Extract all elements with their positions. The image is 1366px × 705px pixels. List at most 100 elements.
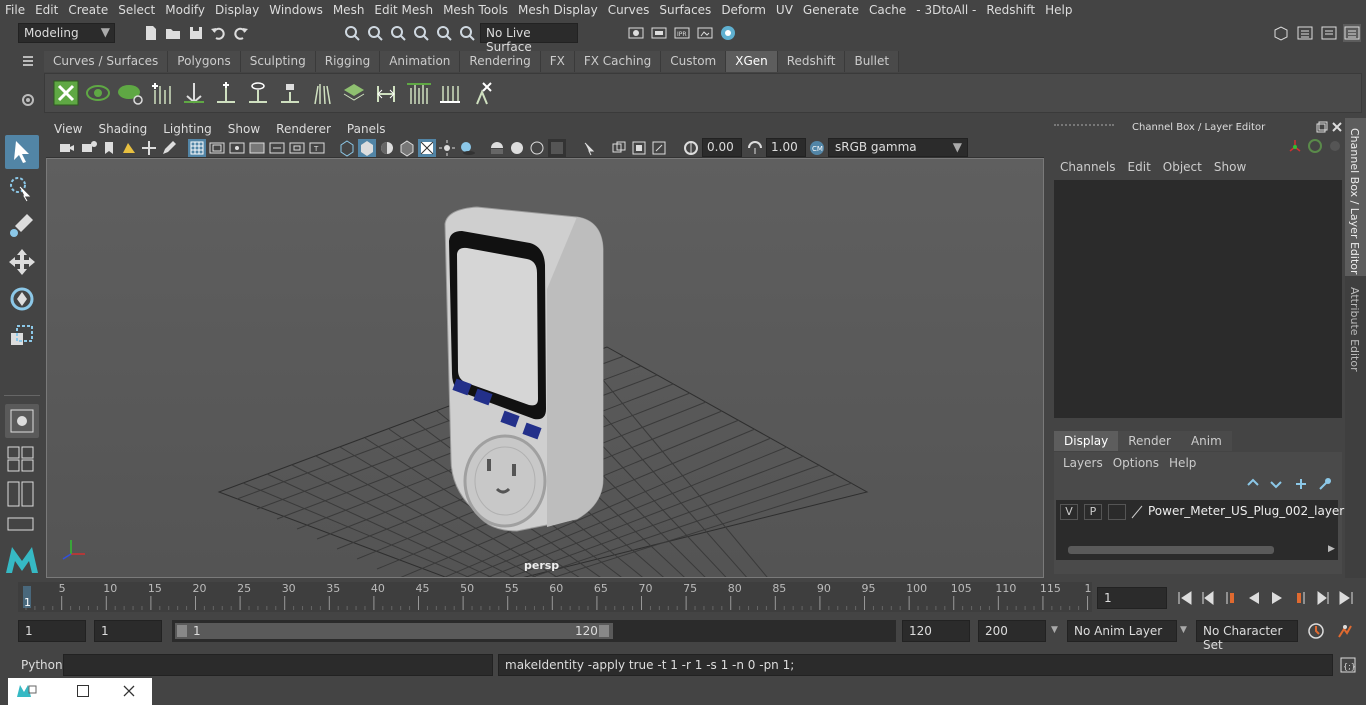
step-back-key-icon[interactable] [1222, 589, 1240, 607]
play-forward-icon[interactable] [1268, 589, 1286, 607]
animation-preferences-icon[interactable] [1336, 622, 1354, 640]
redo-icon[interactable] [232, 24, 250, 42]
layer-display-type-toggle[interactable] [1108, 504, 1126, 520]
menu-create[interactable]: Create [63, 3, 113, 17]
channel-box-toggle-icon[interactable] [1343, 24, 1361, 42]
xgen-guide-delete-icon[interactable] [469, 80, 495, 106]
manipulator-icon[interactable] [1287, 138, 1303, 154]
shadows-icon[interactable] [458, 139, 476, 157]
render-frame-icon[interactable] [650, 24, 668, 42]
shelf-tab-custom[interactable]: Custom [661, 51, 727, 72]
last-used-tool-icon[interactable] [5, 404, 39, 438]
shelf-tab-fx-caching[interactable]: FX Caching [574, 51, 662, 72]
xgen-curves-to-guides-icon[interactable] [437, 80, 463, 106]
backface-culling-icon[interactable] [650, 139, 668, 157]
move-layer-down-icon[interactable] [1269, 477, 1283, 491]
menu-help[interactable]: Help [1040, 3, 1077, 17]
wireframe-on-shaded-icon[interactable] [398, 139, 416, 157]
scale-tool-icon[interactable] [5, 319, 39, 353]
gate-mask-icon[interactable] [248, 139, 266, 157]
new-scene-icon[interactable] [142, 24, 160, 42]
hyper-icon[interactable] [1327, 138, 1343, 154]
hypershade-icon[interactable] [719, 24, 737, 42]
new-layer-icon[interactable] [1294, 477, 1308, 491]
start-time-field[interactable]: 1 [18, 620, 86, 642]
render-settings-icon[interactable] [627, 24, 645, 42]
smooth-shade-icon[interactable] [358, 139, 376, 157]
shelf-tab-sculpting[interactable]: Sculpting [240, 51, 316, 72]
ambient-occlusion-icon[interactable] [488, 139, 506, 157]
chevron-down-icon[interactable]: ▼ [1051, 625, 1058, 635]
default-material-icon[interactable] [378, 139, 396, 157]
close-icon[interactable] [1331, 121, 1343, 133]
tab-render[interactable]: Render [1118, 431, 1181, 451]
menu-select[interactable]: Select [113, 3, 160, 17]
grid-toggle-icon[interactable] [188, 139, 206, 157]
xgen-lock-guide-icon[interactable] [277, 80, 303, 106]
lights-icon[interactable] [438, 139, 456, 157]
ipr-render-icon[interactable]: IPR [673, 24, 691, 42]
xgen-add-guide-icon[interactable] [149, 80, 175, 106]
maximize-icon[interactable] [77, 685, 89, 697]
snap-view-icon[interactable] [458, 24, 476, 42]
layer-name[interactable]: Power_Meter_US_Plug_002_layer [1148, 504, 1344, 518]
layer-menu-layers[interactable]: Layers [1058, 456, 1108, 470]
xgen-clear-preview-icon[interactable] [117, 80, 143, 106]
open-scene-icon[interactable] [164, 24, 182, 42]
range-slider-track[interactable]: 1 120 [172, 620, 896, 642]
channel-list[interactable] [1054, 180, 1342, 418]
grease-pencil-icon[interactable] [160, 139, 178, 157]
go-to-start-icon[interactable] [1176, 589, 1194, 607]
menu-windows[interactable]: Windows [264, 3, 328, 17]
safe-action-icon[interactable] [288, 139, 306, 157]
menu-cache[interactable]: Cache [864, 3, 911, 17]
range-end-handle[interactable] [599, 625, 609, 637]
shelf-tab-rendering[interactable]: Rendering [460, 51, 541, 72]
step-forward-icon[interactable] [1314, 589, 1332, 607]
scroll-right-icon[interactable]: ▶ [1328, 544, 1335, 554]
gamma-icon[interactable] [746, 139, 764, 157]
rotate-tool-icon[interactable] [5, 282, 39, 316]
shelf-settings-icon[interactable] [20, 92, 36, 108]
workspace-icon[interactable] [1272, 24, 1290, 42]
xgen-guide-spread-icon[interactable] [309, 80, 335, 106]
shelf-menu-icon[interactable] [20, 53, 36, 69]
playback-start-field[interactable]: 1 [94, 620, 162, 642]
new-layer-selected-icon[interactable] [1318, 477, 1332, 491]
menu-display[interactable]: Display [210, 3, 264, 17]
float-panel-icon[interactable] [1316, 121, 1328, 133]
film-gate-icon[interactable] [208, 139, 226, 157]
move-layer-up-icon[interactable] [1246, 477, 1260, 491]
undo-icon[interactable] [209, 24, 227, 42]
menu-generate[interactable]: Generate [798, 3, 864, 17]
tab-anim[interactable]: Anim [1180, 431, 1232, 451]
menu-redshift[interactable]: Redshift [981, 3, 1040, 17]
panel-drag-handle[interactable] [1054, 124, 1114, 130]
snap-grid-icon[interactable] [343, 24, 361, 42]
layer-menu-help[interactable]: Help [1164, 456, 1201, 470]
xgen-preview-icon[interactable] [85, 80, 111, 106]
2d-pan-zoom-icon[interactable] [140, 139, 158, 157]
tab-display[interactable]: Display [1054, 431, 1119, 451]
menu-edit[interactable]: Edit [30, 3, 63, 17]
menu-file[interactable]: File [0, 3, 30, 17]
mode-dropdown[interactable]: Modeling ▼ [18, 23, 115, 43]
current-frame-field[interactable]: 1 [1097, 587, 1167, 609]
xgen-guides-to-curves-icon[interactable] [405, 80, 431, 106]
side-tab-channel-box[interactable]: Channel Box / Layer Editor [1345, 118, 1366, 276]
shelf-tab-bullet[interactable]: Bullet [845, 51, 900, 72]
menu-curves[interactable]: Curves [603, 3, 655, 17]
layer-playback-toggle[interactable]: P [1084, 504, 1102, 520]
gamma-field[interactable]: 1.00 [766, 138, 806, 157]
snap-curve-icon[interactable] [366, 24, 384, 42]
end-time-field[interactable]: 200 [978, 620, 1046, 642]
save-scene-icon[interactable] [187, 24, 205, 42]
layout-outliner-icon[interactable] [6, 481, 36, 507]
menu-modify[interactable]: Modify [160, 3, 210, 17]
perspective-viewport[interactable]: persp [46, 158, 1044, 578]
script-editor-icon[interactable]: {;} [1339, 656, 1357, 674]
color-management-icon[interactable]: CM [808, 139, 826, 157]
menu-mesh-tools[interactable]: Mesh Tools [438, 3, 513, 17]
time-slider[interactable]: 5 10 15 20 25 30 35 40 45 50 55 60 65 70 75 80 85 90 95 100… [18, 582, 1099, 612]
xray-icon[interactable] [418, 139, 436, 157]
